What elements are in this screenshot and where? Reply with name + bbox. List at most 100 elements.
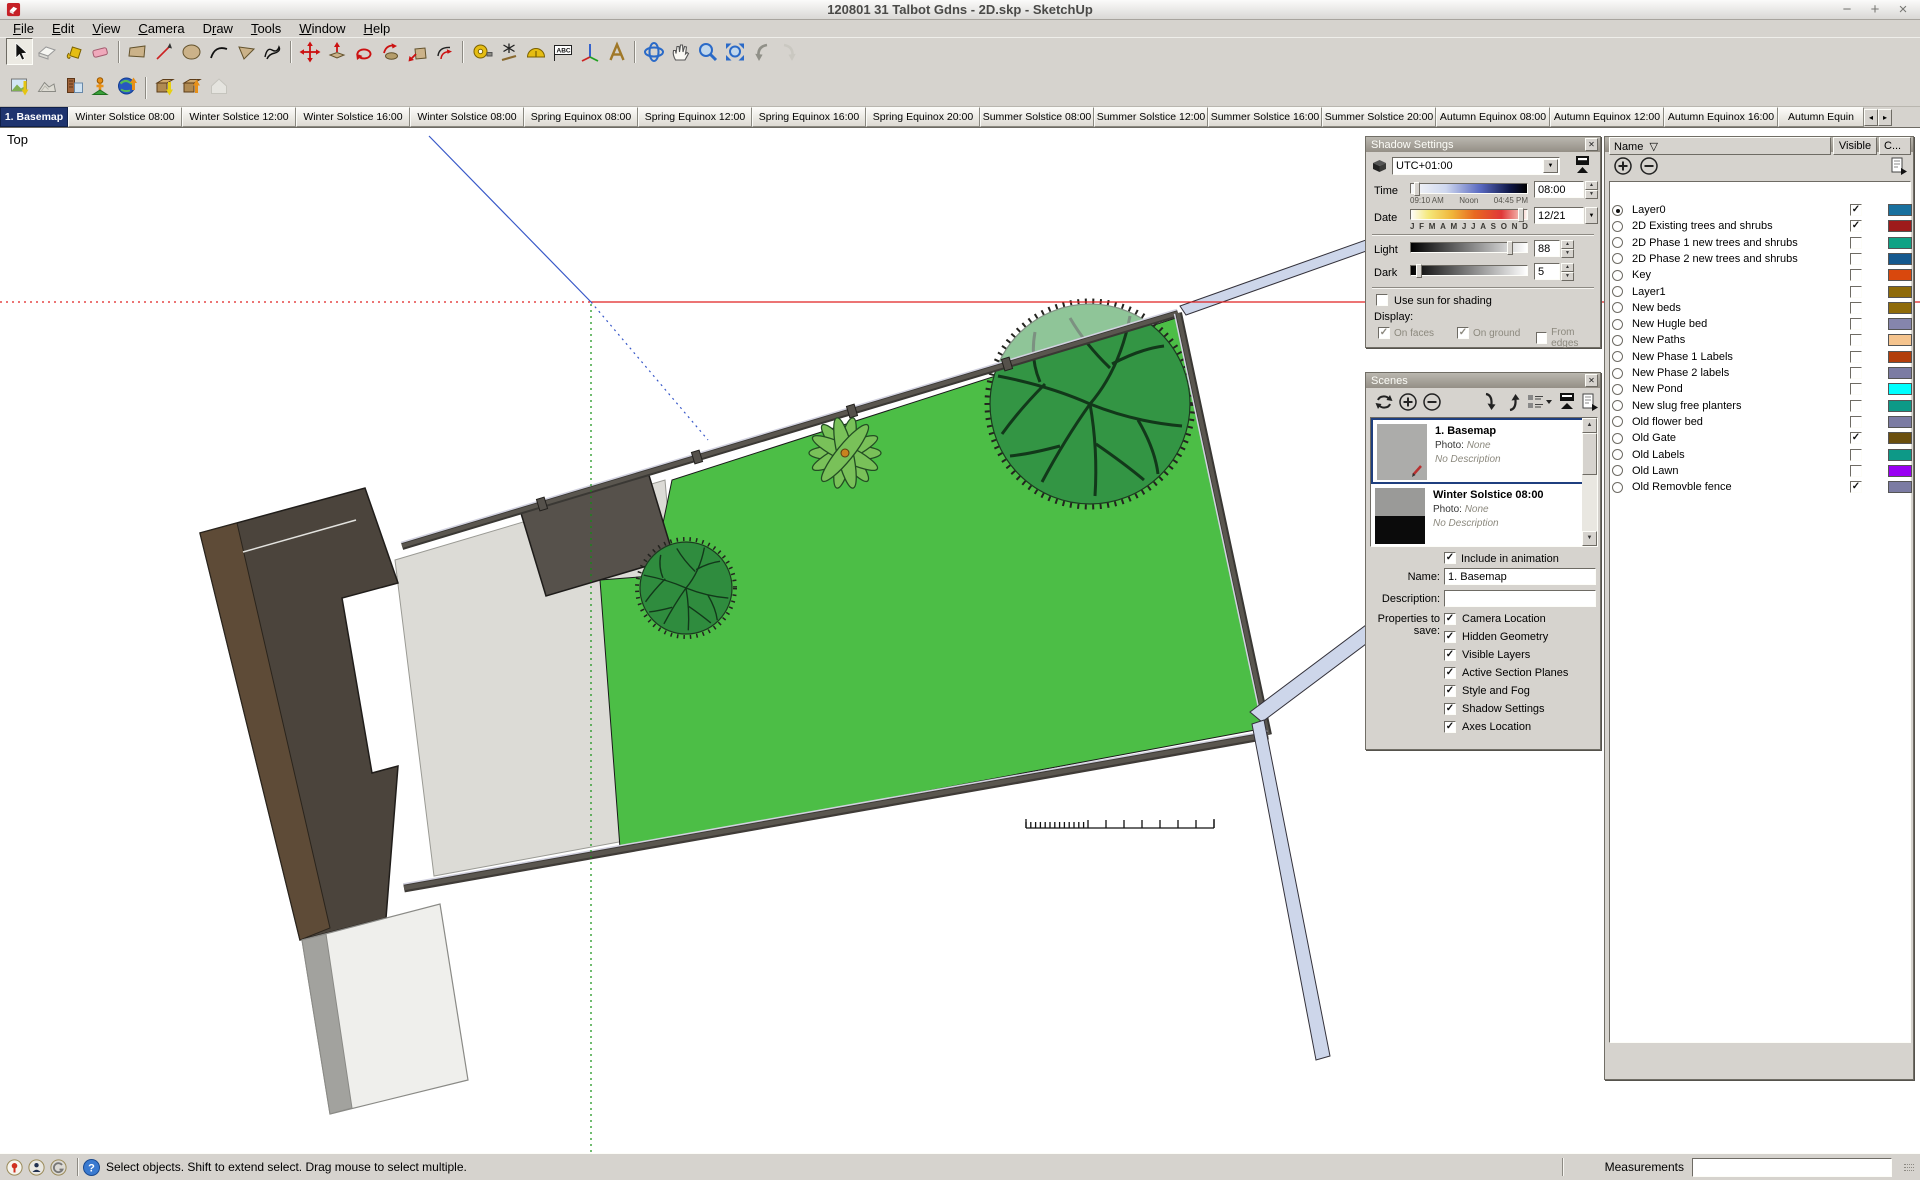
color-column-header[interactable]: C... [1879, 137, 1911, 155]
time-spinner[interactable]: ▲▼ [1585, 181, 1598, 198]
layer-visible-checkbox[interactable] [1850, 334, 1862, 346]
layer-row[interactable]: Old Lawn [1612, 463, 1908, 479]
layer-visible-checkbox[interactable] [1850, 465, 1862, 477]
layer-active-radio[interactable] [1612, 205, 1623, 216]
circle-tool-button[interactable] [178, 38, 205, 65]
visible-layers-checkbox[interactable]: ✓ [1444, 649, 1456, 661]
maximize-button[interactable]: + [1866, 1, 1884, 18]
close-icon[interactable]: ✕ [1585, 138, 1598, 151]
toggle-terrain-tool-button[interactable] [33, 72, 60, 99]
scene-tab-summer-solstice-16-00[interactable]: Summer Solstice 16:00 [1208, 107, 1322, 127]
date-input[interactable] [1534, 207, 1584, 224]
remove-layer-icon[interactable] [1639, 156, 1659, 176]
scene-tab-autumn-equinox-16-00[interactable]: Autumn Equinox 16:00 [1664, 107, 1778, 127]
layer-visible-checkbox[interactable] [1850, 269, 1862, 281]
scene-list-scrollbar[interactable]: ▲ ▼ [1582, 418, 1597, 546]
layer-visible-checkbox[interactable] [1850, 318, 1862, 330]
layer-row[interactable]: 2D Existing trees and shrubs✓ [1612, 218, 1908, 234]
scene-tab-autumn-equinox-08-00[interactable]: Autumn Equinox 08:00 [1436, 107, 1550, 127]
scene-tab-summer-solstice-08-00[interactable]: Summer Solstice 08:00 [980, 107, 1094, 127]
eraser-tool-button[interactable] [87, 38, 114, 65]
layer-active-radio[interactable] [1612, 221, 1623, 232]
toggle-shadows-icon[interactable] [1371, 157, 1388, 174]
line-tool-button[interactable] [151, 38, 178, 65]
layer-visible-checkbox[interactable] [1850, 302, 1862, 314]
update-scene-icon[interactable] [1374, 392, 1394, 412]
view-options-icon[interactable] [1526, 392, 1553, 412]
scene-tab-winter-solstice-12-00[interactable]: Winter Solstice 12:00 [182, 107, 296, 127]
time-slider[interactable] [1410, 183, 1528, 194]
model-viewport[interactable]: Top [0, 127, 1920, 1153]
scene-tab-autumn-equin[interactable]: Autumn Equin [1778, 107, 1864, 127]
menu-file[interactable]: File [4, 20, 43, 37]
layer-row[interactable]: New Pond [1612, 381, 1908, 397]
include-animation-checkbox[interactable]: ✓ [1444, 552, 1456, 564]
layer-active-radio[interactable] [1612, 286, 1623, 297]
time-slider-handle[interactable] [1414, 182, 1420, 196]
layer-active-radio[interactable] [1612, 368, 1623, 379]
layer-row[interactable]: New Phase 1 Labels [1612, 349, 1908, 365]
axes-tool-button[interactable] [576, 38, 603, 65]
layer-visible-checkbox[interactable] [1850, 416, 1862, 428]
scenes-titlebar[interactable]: Scenes ✕ [1366, 373, 1600, 388]
3d-text-tool-button[interactable] [603, 38, 630, 65]
menu-draw[interactable]: Draw [194, 20, 242, 37]
visible-column-header[interactable]: Visible [1833, 137, 1877, 155]
layer-color-swatch[interactable] [1888, 351, 1912, 363]
layer-active-radio[interactable] [1612, 482, 1623, 493]
scene-description-input[interactable] [1444, 590, 1596, 607]
layer-color-swatch[interactable] [1888, 334, 1912, 346]
layer-active-radio[interactable] [1612, 237, 1623, 248]
menu-camera[interactable]: Camera [129, 20, 193, 37]
scene-tab-spring-equinox-16-00[interactable]: Spring Equinox 16:00 [752, 107, 866, 127]
layer-visible-checkbox[interactable] [1850, 286, 1862, 298]
scene-tab-spring-equinox-12-00[interactable]: Spring Equinox 12:00 [638, 107, 752, 127]
light-spinner[interactable]: ▲▼ [1561, 240, 1574, 257]
layer-active-radio[interactable] [1612, 416, 1623, 427]
layer-active-radio[interactable] [1612, 400, 1623, 411]
remove-scene-icon[interactable] [1422, 392, 1442, 412]
layer-row[interactable]: Key [1612, 267, 1908, 283]
layer-visible-checkbox[interactable] [1850, 351, 1862, 363]
polygon-tool-button[interactable] [232, 38, 259, 65]
date-slider-handle[interactable] [1518, 208, 1524, 222]
photo-textures-tool-button[interactable] [60, 72, 87, 99]
scene-tab-winter-solstice-16-00[interactable]: Winter Solstice 16:00 [296, 107, 410, 127]
layer-color-swatch[interactable] [1888, 481, 1912, 493]
dimension-tool-button[interactable] [495, 38, 522, 65]
offset-tool-button[interactable] [431, 38, 458, 65]
layer-color-swatch[interactable] [1888, 253, 1912, 265]
move-scene-down-icon[interactable] [1478, 392, 1498, 412]
layer-color-swatch[interactable] [1888, 449, 1912, 461]
help-icon[interactable]: ? [83, 1159, 100, 1176]
scale-tool-button[interactable] [404, 38, 431, 65]
measurements-input[interactable] [1692, 1158, 1892, 1177]
timezone-select[interactable]: UTC+01:00 ▼ [1392, 157, 1560, 175]
scene-tab-1-basemap[interactable]: 1. Basemap [0, 107, 68, 127]
paint-bucket-tool-button[interactable] [60, 38, 87, 65]
orbit-tool-button[interactable] [640, 38, 667, 65]
text-tool-button[interactable]: ABC [549, 38, 576, 65]
zoom-extents-tool-button[interactable] [721, 38, 748, 65]
layer-color-swatch[interactable] [1888, 269, 1912, 281]
name-column-header[interactable]: Name ▽ [1609, 137, 1831, 155]
share-component-tool-button[interactable] [205, 72, 232, 99]
layer-active-radio[interactable] [1612, 319, 1623, 330]
shadow-settings-checkbox[interactable]: ✓ [1444, 703, 1456, 715]
menu-tools[interactable]: Tools [242, 20, 290, 37]
chevron-down-icon[interactable]: ▼ [1543, 159, 1558, 173]
date-slider[interactable] [1410, 209, 1528, 220]
rotate-tool-button[interactable] [350, 38, 377, 65]
layer-row[interactable]: New Hugle bed [1612, 316, 1908, 332]
use-sun-checkbox[interactable] [1376, 294, 1388, 306]
shadow-settings-titlebar[interactable]: Shadow Settings ✕ [1366, 137, 1600, 152]
pan-tool-button[interactable] [667, 38, 694, 65]
scrollbar-thumb[interactable] [1582, 433, 1597, 475]
layer-row[interactable]: New Paths [1612, 332, 1908, 348]
layer-row[interactable]: Layer0✓ [1612, 202, 1908, 218]
previous-tool-button[interactable] [748, 38, 775, 65]
layer-active-radio[interactable] [1612, 335, 1623, 346]
close-button[interactable]: × [1894, 1, 1912, 18]
move-scene-up-icon[interactable] [1502, 392, 1522, 412]
menu-view[interactable]: View [83, 20, 129, 37]
